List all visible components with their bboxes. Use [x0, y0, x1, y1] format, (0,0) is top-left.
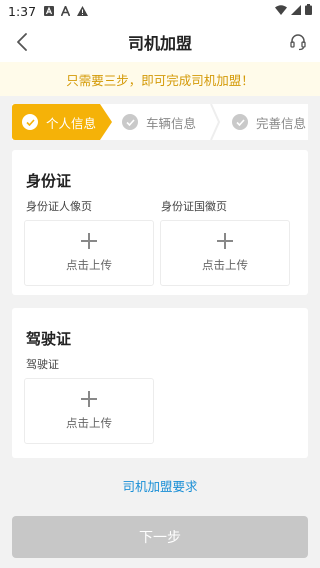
page-title: 司机加盟	[127, 34, 192, 53]
id-front-label: 身份证人像页	[26, 200, 92, 213]
requirements-link[interactable]: 司机加盟要求	[0, 476, 320, 495]
wifi-icon	[275, 4, 287, 18]
step-label: 车辆信息	[146, 115, 197, 131]
nav-bar: 司机加盟	[0, 22, 320, 62]
upload-driver-license-button[interactable]: 点击上传	[24, 378, 154, 444]
step-label: 完善信息	[256, 115, 307, 131]
step-divider	[210, 104, 220, 140]
warning-icon	[77, 6, 89, 16]
check-icon	[122, 114, 138, 130]
step-personal-info: 个人信息	[12, 104, 112, 140]
plus-icon	[81, 391, 97, 407]
step-complete-info: 完善信息	[220, 104, 310, 140]
a-icon	[61, 6, 71, 16]
font-download-icon	[44, 6, 55, 16]
check-icon	[232, 114, 248, 130]
headset-icon	[290, 34, 306, 51]
battery-icon	[305, 4, 312, 18]
status-time: 1:37	[8, 3, 37, 19]
plus-icon	[217, 233, 233, 249]
id-back-label: 身份证国徽页	[161, 200, 227, 213]
upload-text: 点击上传	[202, 258, 248, 272]
signal-icon	[291, 4, 301, 18]
back-button[interactable]	[12, 32, 32, 52]
section-title: 身份证	[26, 172, 72, 190]
driver-license-section: 驾驶证 驾驶证 点击上传	[12, 308, 308, 458]
driver-license-label: 驾驶证	[26, 358, 59, 371]
customer-service-button[interactable]	[288, 32, 308, 52]
id-card-section: 身份证 身份证人像页 身份证国徽页 点击上传 点击上传	[12, 150, 308, 295]
plus-icon	[81, 233, 97, 249]
upload-id-front-button[interactable]: 点击上传	[24, 220, 154, 286]
step-indicator: 个人信息 车辆信息 完善信息	[12, 104, 308, 140]
chevron-left-icon	[17, 33, 27, 51]
next-step-button[interactable]: 下一步	[12, 516, 308, 558]
upload-text: 点击上传	[66, 416, 112, 430]
notice-text: 只需要三步，即可完成司机加盟！	[66, 72, 254, 88]
section-title: 驾驶证	[26, 330, 72, 348]
upload-id-back-button[interactable]: 点击上传	[160, 220, 290, 286]
step-label: 个人信息	[46, 115, 97, 131]
notice-banner: 只需要三步，即可完成司机加盟！	[0, 62, 320, 96]
status-bar: 1:37	[0, 0, 320, 22]
step-vehicle-info: 车辆信息	[112, 104, 216, 140]
check-icon	[22, 114, 38, 130]
upload-text: 点击上传	[66, 258, 112, 272]
